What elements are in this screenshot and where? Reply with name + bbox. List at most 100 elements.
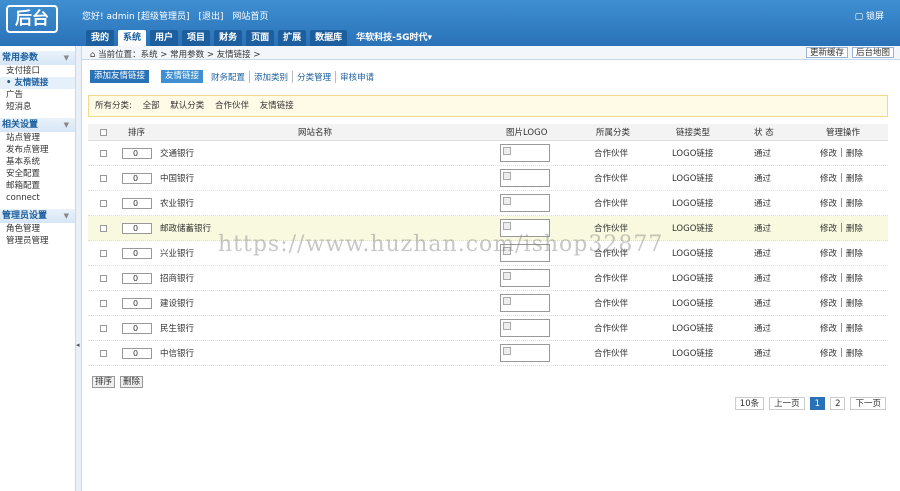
filter-friend-link[interactable]: 友情链接 <box>260 101 294 111</box>
edit-link[interactable]: 修改 <box>820 147 837 159</box>
sidebar-item-2-1[interactable]: 管理员管理 <box>0 235 75 247</box>
sort-field[interactable]: 0 <box>122 191 152 215</box>
edit-link[interactable]: 修改 <box>820 297 837 309</box>
edit-link[interactable]: 修改 <box>820 197 837 209</box>
sort-field[interactable]: 0 <box>122 291 152 315</box>
category: 合作伙伴 <box>594 324 629 334</box>
category: 合作伙伴 <box>594 349 629 359</box>
edit-link[interactable]: 修改 <box>820 172 837 184</box>
row-checkbox[interactable] <box>100 191 107 215</box>
sidebar-item-0-1[interactable]: • 友情链接 <box>0 77 75 89</box>
next-page-button[interactable]: 下一页 <box>850 397 886 410</box>
sort-field[interactable]: 0 <box>122 216 152 240</box>
page-1-button[interactable]: 1 <box>809 397 826 410</box>
sidebar-item-1-3[interactable]: 安全配置 <box>0 168 75 180</box>
edit-link[interactable]: 修改 <box>820 347 837 359</box>
separator: | <box>840 273 843 283</box>
site-home-link[interactable]: 网站首页 <box>232 12 268 22</box>
tab-category-manage[interactable]: 分类管理 <box>292 70 335 83</box>
tab-finance-config[interactable]: 财务配置 <box>207 71 249 83</box>
row-checkbox[interactable] <box>100 166 107 190</box>
admin-map-button[interactable]: 后台地图 <box>851 47 894 58</box>
prev-page-button[interactable]: 上一页 <box>769 397 805 410</box>
sidebar-group-1[interactable]: 相关设置 ▼ <box>0 118 75 132</box>
sidebar-item-1-2[interactable]: 基本系统 <box>0 156 75 168</box>
link-type: LOGO链接 <box>672 274 714 284</box>
edit-link[interactable]: 修改 <box>820 272 837 284</box>
add-link-button[interactable]: 添加友情链接 <box>90 70 150 83</box>
row-checkbox[interactable] <box>100 316 107 340</box>
edit-link[interactable]: 修改 <box>820 247 837 259</box>
tab-add-category[interactable]: 添加类别 <box>249 70 292 83</box>
tab-friend-links[interactable]: 友情链接 <box>161 70 204 83</box>
sort-field[interactable]: 0 <box>122 316 152 340</box>
sidebar-item-1-1[interactable]: 发布点管理 <box>0 144 75 156</box>
sidebar-item-1-4[interactable]: 邮箱配置 <box>0 180 75 192</box>
broken-image-icon <box>503 147 511 155</box>
row-checkbox[interactable] <box>100 141 107 165</box>
filter-default[interactable]: 默认分类 <box>170 101 204 111</box>
site-name: 中国银行 <box>160 174 195 184</box>
logo: 后台 <box>6 5 58 33</box>
update-cache-button[interactable]: 更新缓存 <box>805 47 848 58</box>
sidebar-item-0-3[interactable]: 短消息 <box>0 101 75 113</box>
broken-image-icon <box>503 172 511 180</box>
sidebar-item-1-5[interactable]: connect <box>0 192 75 204</box>
row-checkbox[interactable] <box>100 266 107 290</box>
row-checkbox[interactable] <box>100 241 107 265</box>
nav-item-3[interactable]: 项目 <box>182 30 211 46</box>
delete-link[interactable]: 删除 <box>846 222 863 234</box>
select-all-checkbox[interactable] <box>100 124 107 140</box>
delete-link[interactable]: 删除 <box>846 347 863 359</box>
link-type: LOGO链接 <box>672 249 714 259</box>
sidebar-group-2[interactable]: 管理员设置 ▼ <box>0 209 75 223</box>
delete-link[interactable]: 删除 <box>846 247 863 259</box>
link-type: LOGO链接 <box>672 324 714 334</box>
filter-partner[interactable]: 合作伙伴 <box>215 101 249 111</box>
sort-field[interactable]: 0 <box>122 266 152 290</box>
tab-review-applications[interactable]: 审核申请 <box>335 70 378 83</box>
edit-link[interactable]: 修改 <box>820 222 837 234</box>
page-2-button[interactable]: 2 <box>830 397 846 410</box>
sidebar-item-1-0[interactable]: 站点管理 <box>0 132 75 144</box>
row-checkbox[interactable] <box>100 216 107 240</box>
header-logo: 图片LOGO <box>506 128 548 138</box>
link-type: LOGO链接 <box>672 349 714 359</box>
row-checkbox[interactable] <box>100 291 107 315</box>
lock-screen-button[interactable]: ▢ 锁屏 <box>855 9 884 22</box>
filter-all[interactable]: 全部 <box>143 101 160 111</box>
sort-field[interactable]: 0 <box>122 141 152 165</box>
delete-link[interactable]: 删除 <box>846 272 863 284</box>
nav-item-7[interactable]: 数据库 <box>310 30 348 46</box>
sort-button[interactable]: 排序 <box>92 376 116 388</box>
nav-item-1[interactable]: 系统 <box>118 30 147 46</box>
nav-item-4[interactable]: 财务 <box>214 30 243 46</box>
logo-image <box>500 316 550 340</box>
sidebar-item-0-2[interactable]: 广告 <box>0 89 75 101</box>
logout-link[interactable]: [退出] <box>198 12 223 22</box>
row-checkbox[interactable] <box>100 341 107 365</box>
sidebar-item-2-0[interactable]: 角色管理 <box>0 223 75 235</box>
delete-link[interactable]: 删除 <box>846 172 863 184</box>
sort-field[interactable]: 0 <box>122 166 152 190</box>
delete-link[interactable]: 删除 <box>846 297 863 309</box>
delete-button[interactable]: 删除 <box>120 376 144 388</box>
sort-field[interactable]: 0 <box>122 341 152 365</box>
site-name: 建设银行 <box>160 299 195 309</box>
delete-link[interactable]: 删除 <box>846 322 863 334</box>
nav-item-0[interactable]: 我的 <box>86 30 115 46</box>
nav-item-8[interactable]: 华软科技-5G时代▾ <box>351 30 437 46</box>
edit-link[interactable]: 修改 <box>820 322 837 334</box>
sidebar-item-0-0[interactable]: 支付接口 <box>0 65 75 77</box>
sort-field[interactable]: 0 <box>122 241 152 265</box>
delete-link[interactable]: 删除 <box>846 147 863 159</box>
nav-item-6[interactable]: 扩展 <box>278 30 307 46</box>
sidebar-group-0[interactable]: 常用参数 ▼ <box>0 51 75 65</box>
separator: | <box>840 348 843 358</box>
delete-link[interactable]: 删除 <box>846 197 863 209</box>
broken-image-icon <box>503 297 511 305</box>
nav-item-5[interactable]: 页面 <box>246 30 275 46</box>
nav-item-2[interactable]: 用户 <box>150 30 179 46</box>
row-operations: 修改 | 删除 <box>820 191 863 215</box>
site-name: 招商银行 <box>160 274 195 284</box>
